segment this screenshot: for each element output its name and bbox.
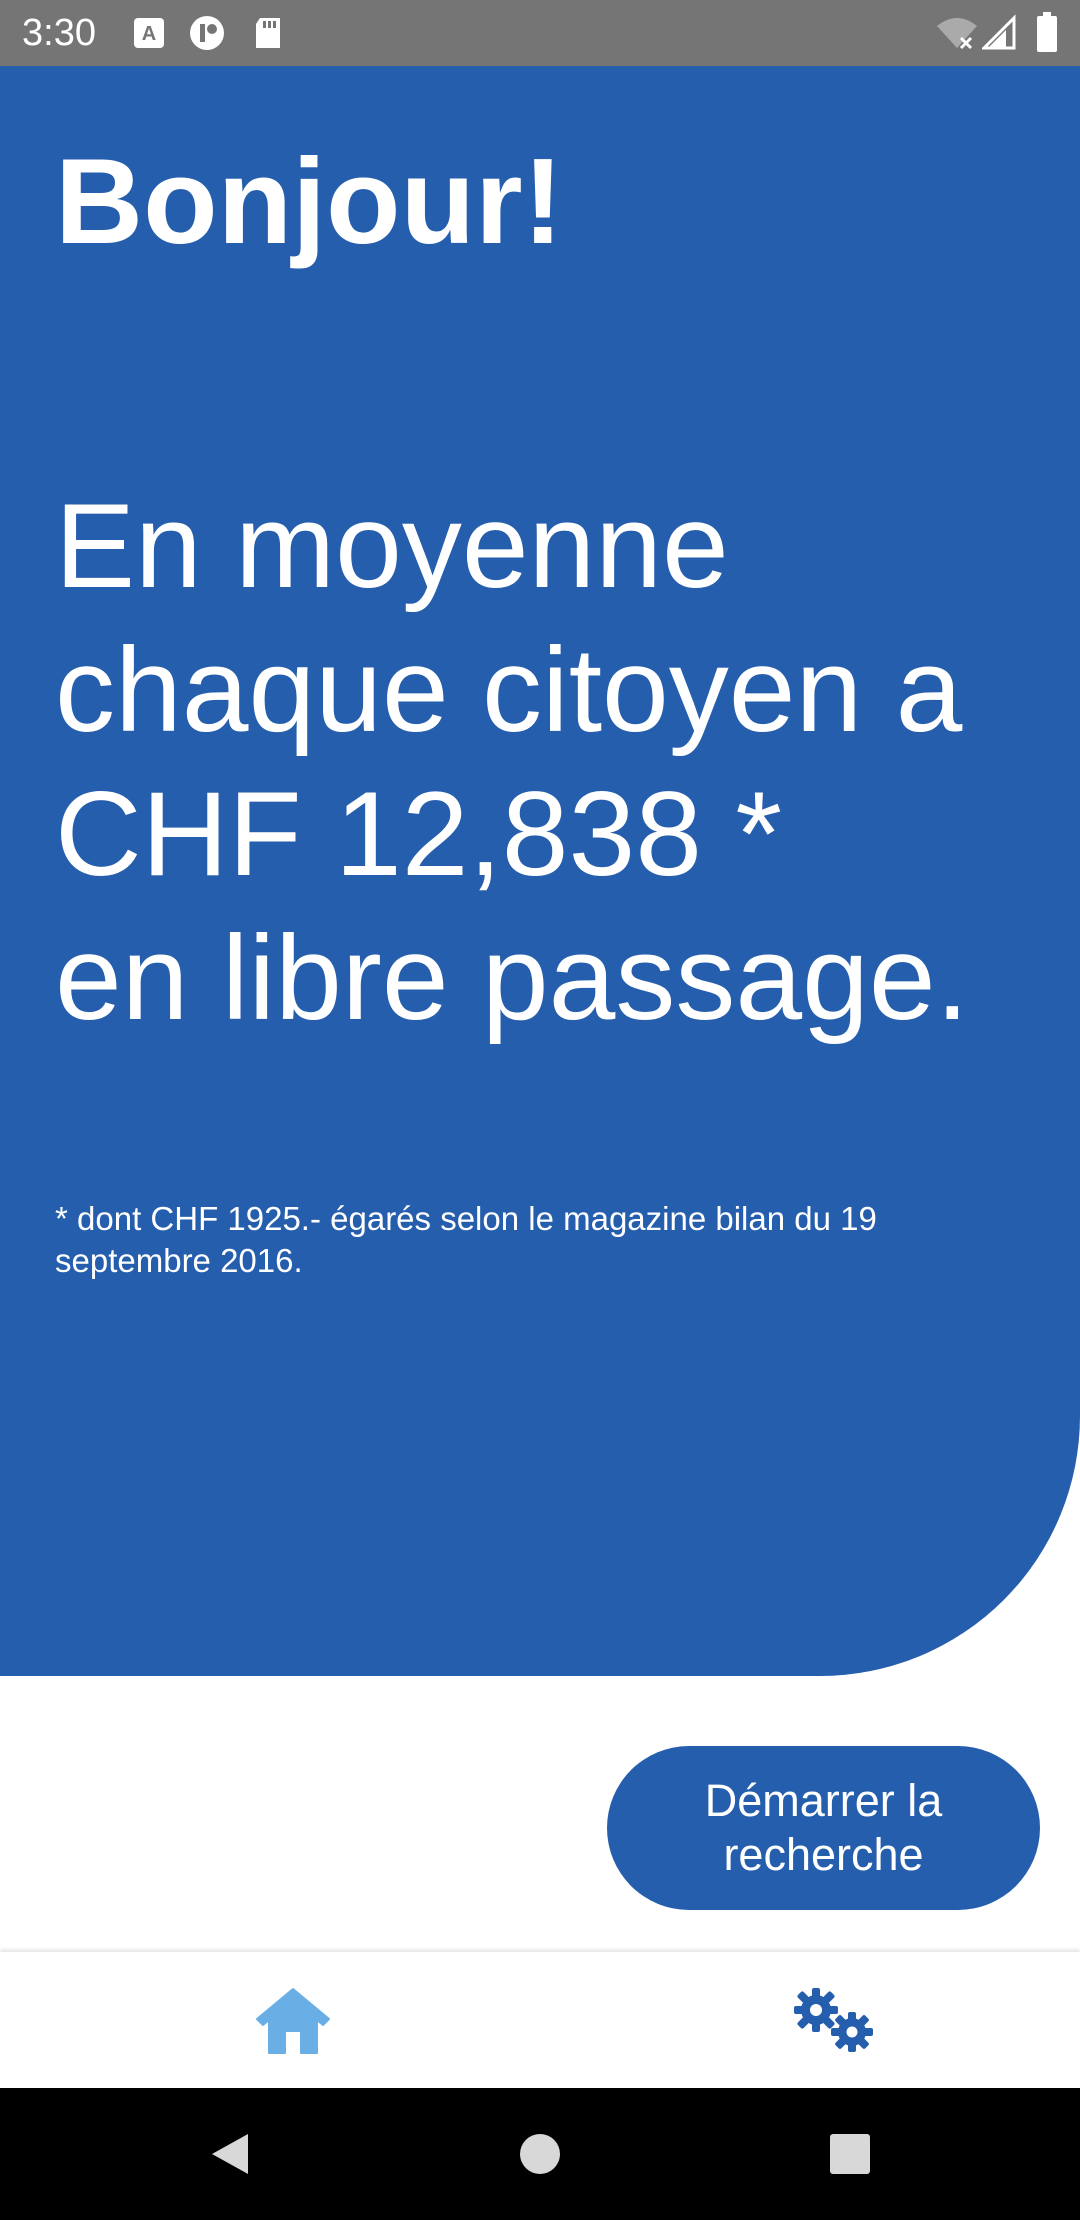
statement-line-1: En moyenne: [55, 479, 729, 613]
system-back-button[interactable]: [190, 2088, 270, 2220]
battery-icon: [1037, 12, 1057, 52]
nav-settings[interactable]: [540, 1952, 1080, 2088]
home-icon: [256, 1988, 330, 2054]
signal-icon: [982, 14, 1016, 50]
statement-line-4: en libre passage.: [55, 911, 969, 1045]
status-time: 3:30: [22, 12, 96, 54]
status-bar: 3:30 A: [0, 0, 1080, 66]
start-search-button[interactable]: Démarrer la recherche: [607, 1746, 1040, 1910]
nav-home[interactable]: [25, 1952, 565, 2088]
recents-icon: [830, 2134, 870, 2174]
home-circle-icon: [520, 2134, 560, 2174]
hero-panel: Bonjour! En moyenne chaque citoyen a CHF…: [0, 66, 1080, 1676]
footnote: * dont CHF 1925.- égarés selon le magazi…: [55, 1200, 877, 1279]
svg-text:A: A: [142, 23, 156, 45]
gears-icon: [794, 1988, 873, 2052]
screen: 3:30 A Bonjour! En moyenne chaque citoye…: [0, 0, 1080, 2220]
average-statement: En moyenne chaque citoyen a CHF 12,838 *…: [55, 474, 1055, 1050]
bottom-navigation: [0, 1952, 1080, 2088]
system-recents-button[interactable]: [810, 2088, 890, 2220]
statement-line-3: CHF 12,838 *: [55, 767, 783, 901]
sd-card-icon: [256, 18, 280, 48]
accessibility-a-icon: A: [134, 18, 164, 48]
system-home-button[interactable]: [500, 2088, 580, 2220]
system-navigation-bar: [0, 2088, 1080, 2220]
statement-line-2: chaque citoyen a: [55, 623, 963, 757]
back-icon: [212, 2134, 248, 2174]
circle-app-icon: [190, 16, 224, 50]
greeting-title: Bonjour!: [55, 133, 564, 269]
wifi-off-icon: [937, 18, 977, 50]
